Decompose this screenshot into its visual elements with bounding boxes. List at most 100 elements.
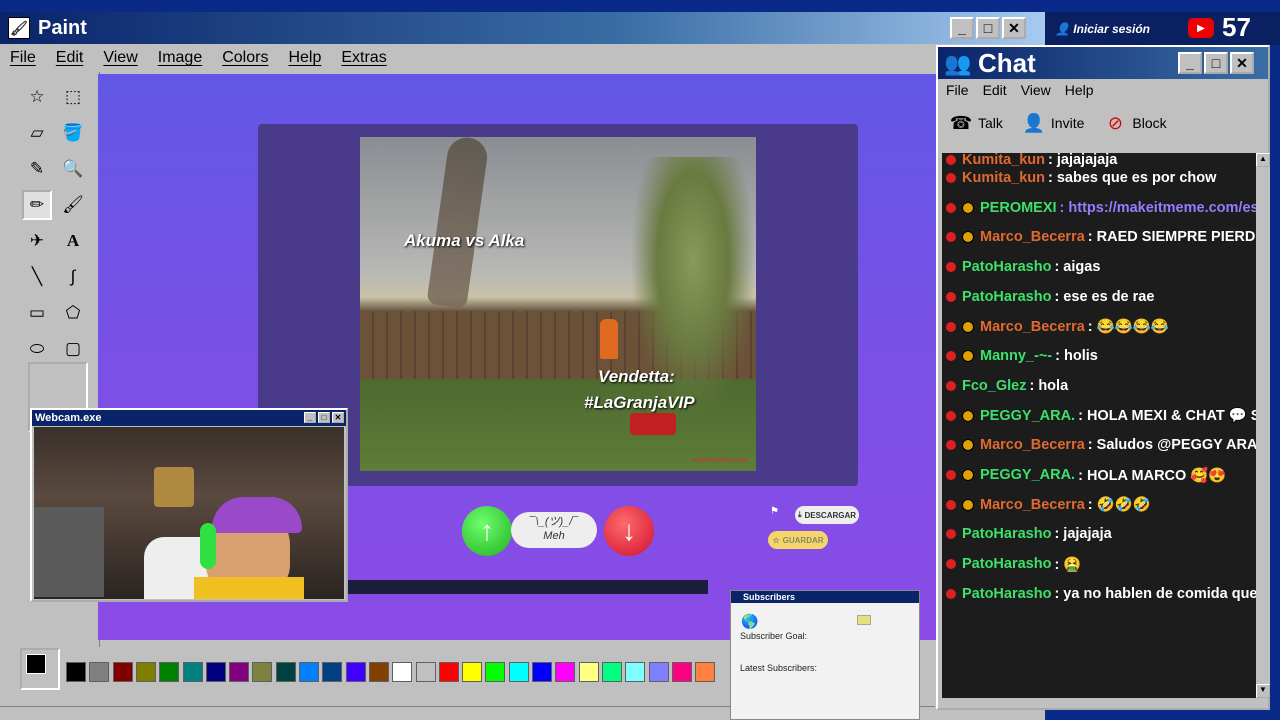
invite-button[interactable]: 👤 Invite [1021, 110, 1085, 136]
chat-username[interactable]: PatoHarasho [962, 556, 1051, 572]
downvote-button[interactable]: ↓ [604, 506, 654, 556]
chat-close-button[interactable]: ✕ [1230, 52, 1254, 74]
foreground-color[interactable] [26, 654, 46, 674]
chat-username[interactable]: PatoHarasho [962, 526, 1051, 542]
palette-swatch[interactable] [578, 662, 599, 682]
chat-menu-view[interactable]: View [1013, 82, 1057, 98]
palette-swatch[interactable] [89, 662, 110, 682]
menu-edit[interactable]: Edit [46, 49, 94, 67]
chat-username[interactable]: PatoHarasho [962, 586, 1051, 602]
chat-username[interactable]: Marco_Becerra [980, 229, 1085, 245]
chat-username[interactable]: Fco_Glez [962, 378, 1026, 394]
palette-swatch[interactable] [392, 662, 413, 682]
palette-swatch[interactable] [508, 662, 529, 682]
chat-username[interactable]: PEGGY_ARA. [980, 467, 1075, 483]
chat-username[interactable]: Marco_Becerra [980, 497, 1085, 513]
invite-label: Invite [1050, 115, 1085, 131]
palette-swatch[interactable] [485, 662, 506, 682]
fill-bucket-icon[interactable]: 🪣 [58, 118, 88, 148]
minimize-button[interactable]: _ [950, 17, 974, 39]
chat-message-text: : 😂😂😂😂 [1087, 319, 1169, 335]
chat-menu-edit[interactable]: Edit [975, 82, 1013, 98]
block-button[interactable]: ⊘ Block [1102, 110, 1167, 136]
chat-username[interactable]: Marco_Becerra [980, 319, 1085, 335]
chat-username[interactable]: PatoHarasho [962, 259, 1051, 275]
magnifier-icon[interactable]: 🔍 [58, 154, 88, 184]
palette-swatch[interactable] [112, 662, 133, 682]
rounded-rect-icon[interactable]: ▢ [58, 334, 88, 364]
chat-username[interactable]: Kumita_kun [962, 170, 1045, 186]
save-button[interactable]: ☆ GUARDAR [768, 531, 828, 549]
airbrush-icon[interactable]: ✈ [22, 226, 52, 256]
chat-username[interactable]: PEGGY_ARA. [980, 408, 1075, 424]
menu-view[interactable]: View [93, 49, 147, 67]
palette-swatch[interactable] [66, 662, 86, 682]
menu-help[interactable]: Help [278, 49, 331, 67]
palette-swatch[interactable] [275, 662, 296, 682]
scroll-down-icon[interactable]: ▼ [1256, 684, 1270, 698]
chat-message: PatoHarasho: 🤮 [946, 553, 1081, 575]
chat-menu-file[interactable]: File [938, 82, 975, 98]
text-tool-icon[interactable]: A [58, 226, 88, 256]
palette-swatch[interactable] [159, 662, 180, 682]
webcam-minimize-button[interactable]: _ [304, 412, 316, 423]
chat-username[interactable]: PEROMEXI [980, 200, 1057, 216]
palette-swatch[interactable] [368, 662, 389, 682]
palette-swatch[interactable] [438, 662, 459, 682]
download-button[interactable]: ⤓ DESCARGAR [795, 506, 859, 524]
close-button[interactable]: ✕ [1002, 17, 1026, 39]
chat-scrollbar[interactable]: ▲ ▼ [1256, 153, 1270, 698]
palette-swatch[interactable] [555, 662, 576, 682]
chat-username[interactable]: Marco_Becerra [980, 437, 1085, 453]
color-picker-icon[interactable]: ✎ [22, 154, 52, 184]
palette-swatch[interactable] [648, 662, 669, 682]
pencil-icon[interactable]: ✏ [22, 190, 52, 220]
rect-select-icon[interactable]: ⬚ [58, 82, 88, 112]
free-select-icon[interactable]: ☆ [22, 82, 52, 112]
line-icon[interactable]: ╲ [22, 262, 52, 292]
palette-swatch[interactable] [415, 662, 436, 682]
meh-button[interactable]: ¯\_(ツ)_/¯ Meh [511, 512, 597, 548]
talk-button[interactable]: ☎ Talk [948, 110, 1003, 136]
chat-minimize-button[interactable]: _ [1178, 52, 1202, 74]
palette-swatch[interactable] [345, 662, 366, 682]
palette-swatch[interactable] [532, 662, 552, 682]
palette-swatch[interactable] [601, 662, 622, 682]
curve-icon[interactable]: ∫ [58, 262, 88, 292]
palette-swatch[interactable] [135, 662, 156, 682]
eraser-icon[interactable]: ▱ [22, 118, 52, 148]
palette-swatch[interactable] [625, 662, 646, 682]
palette-swatch[interactable] [182, 662, 203, 682]
palette-swatch[interactable] [462, 662, 483, 682]
current-colors[interactable] [20, 648, 60, 690]
maximize-button[interactable]: □ [976, 17, 1000, 39]
scroll-up-icon[interactable]: ▲ [1256, 153, 1270, 167]
rectangle-icon[interactable]: ▭ [22, 298, 52, 328]
chat-username[interactable]: Kumita_kun [962, 153, 1045, 168]
palette-swatch[interactable] [205, 662, 226, 682]
palette-swatch[interactable] [322, 662, 343, 682]
upvote-button[interactable]: ↑ [462, 506, 512, 556]
palette-swatch[interactable] [671, 662, 692, 682]
polygon-icon[interactable]: ⬠ [58, 298, 88, 328]
webcam-close-button[interactable]: ✕ [332, 412, 344, 423]
menu-file[interactable]: File [0, 49, 46, 67]
flag-icon[interactable]: ⚑ [770, 506, 779, 517]
menu-colors[interactable]: Colors [212, 49, 278, 67]
palette-swatch[interactable] [229, 662, 250, 682]
chat-maximize-button[interactable]: □ [1204, 52, 1228, 74]
chat-log[interactable]: Kumita_kun: jajajajaja Kumita_kun: sabes … [942, 153, 1256, 698]
menu-extras[interactable]: Extras [331, 49, 396, 67]
brush-icon[interactable]: 🖌 [58, 190, 88, 220]
webcam-maximize-button[interactable]: □ [318, 412, 330, 423]
palette-swatch[interactable] [695, 662, 716, 682]
chat-username[interactable]: Manny_-~- [980, 348, 1052, 364]
palette-swatch[interactable] [299, 662, 319, 682]
chat-message-text[interactable]: : https://makeitmeme.com/es/ [1060, 200, 1256, 216]
palette-swatch[interactable] [252, 662, 273, 682]
ellipse-icon[interactable]: ⬭ [22, 334, 52, 364]
menu-image[interactable]: Image [148, 49, 212, 67]
login-link[interactable]: 👤 Iniciar sesión [1055, 22, 1150, 36]
chat-menu-help[interactable]: Help [1057, 82, 1100, 98]
chat-username[interactable]: PatoHarasho [962, 289, 1051, 305]
